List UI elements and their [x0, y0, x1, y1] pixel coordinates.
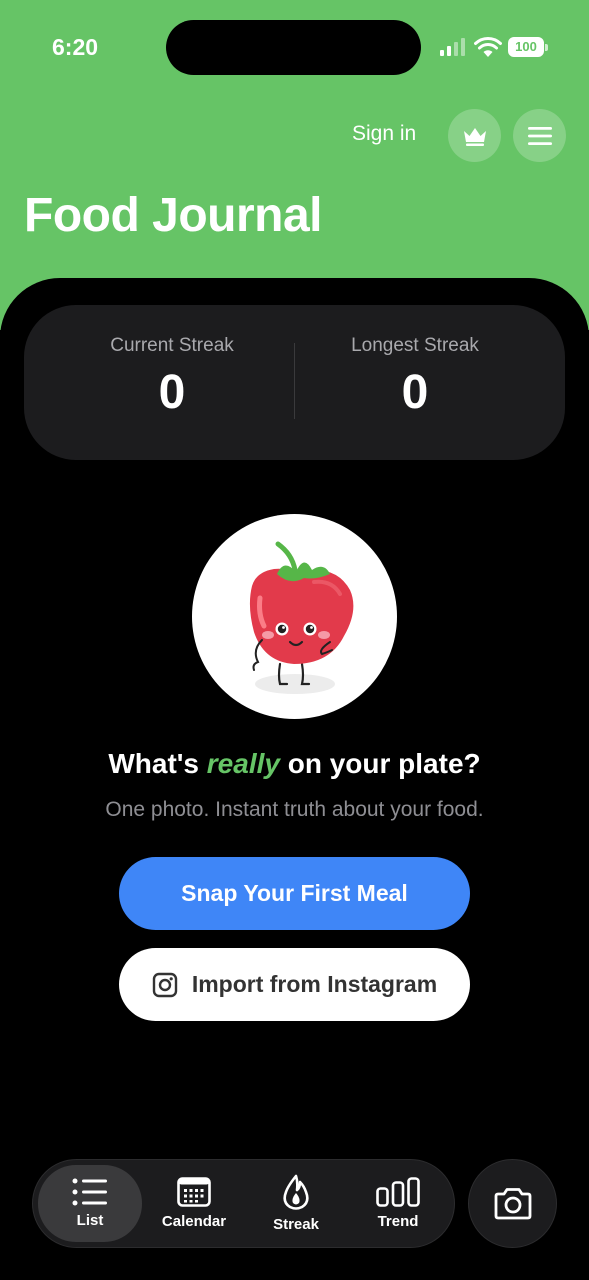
camera-icon [494, 1187, 531, 1219]
tab-calendar[interactable]: Calendar [142, 1165, 246, 1242]
tab-trend-label: Trend [377, 1213, 419, 1230]
hero-subline: One photo. Instant truth about your food… [105, 798, 484, 821]
sign-in-link[interactable]: Sign in [352, 122, 416, 146]
longest-streak: Longest Streak 0 [295, 335, 535, 420]
signal-icon [440, 38, 465, 56]
hamburger-menu-icon [527, 126, 552, 145]
hero-headline: What's really on your plate? [0, 748, 589, 780]
current-streak: Current Streak 0 [52, 335, 292, 420]
premium-button[interactable] [448, 109, 501, 162]
tab-streak[interactable]: Streak [244, 1165, 348, 1242]
dynamic-island [166, 20, 421, 75]
battery-icon: 100 [508, 37, 548, 57]
tab-bar: List Calendar Streak Trend [32, 1159, 455, 1248]
tab-list[interactable]: List [38, 1165, 142, 1242]
tomato-mascot-illustration [192, 514, 397, 719]
longest-streak-value: 0 [401, 366, 429, 419]
tab-streak-label: Streak [273, 1216, 319, 1233]
snap-first-meal-button[interactable]: Snap Your First Meal [119, 857, 470, 930]
headline-text-end: on your plate? [279, 748, 481, 779]
tab-trend[interactable]: Trend [346, 1165, 450, 1242]
import-instagram-button[interactable]: Import from Instagram [119, 948, 470, 1021]
status-bar: 6:20 100 [0, 0, 589, 95]
wifi-icon [474, 36, 502, 57]
tab-list-label: List [76, 1212, 104, 1229]
page-title: Food Journal [24, 189, 322, 242]
headline-text-start: What's [108, 748, 207, 779]
snap-first-meal-label: Snap Your First Meal [181, 880, 408, 906]
instagram-icon [152, 972, 178, 997]
camera-button[interactable] [468, 1159, 557, 1248]
import-instagram-label: Import from Instagram [191, 971, 438, 997]
current-streak-value: 0 [158, 366, 186, 419]
flame-icon [283, 1174, 309, 1210]
bar-chart-icon [376, 1177, 420, 1207]
tab-calendar-label: Calendar [161, 1213, 227, 1230]
list-icon [72, 1178, 107, 1206]
streak-card: Current Streak 0 Longest Streak 0 [24, 305, 565, 460]
status-time: 6:20 [52, 34, 99, 60]
menu-button[interactable] [513, 109, 566, 162]
current-streak-label: Current Streak [110, 335, 234, 356]
headline-emphasis: really [206, 748, 280, 779]
calendar-icon [177, 1177, 211, 1207]
longest-streak-label: Longest Streak [351, 335, 479, 356]
crown-icon [463, 127, 486, 146]
